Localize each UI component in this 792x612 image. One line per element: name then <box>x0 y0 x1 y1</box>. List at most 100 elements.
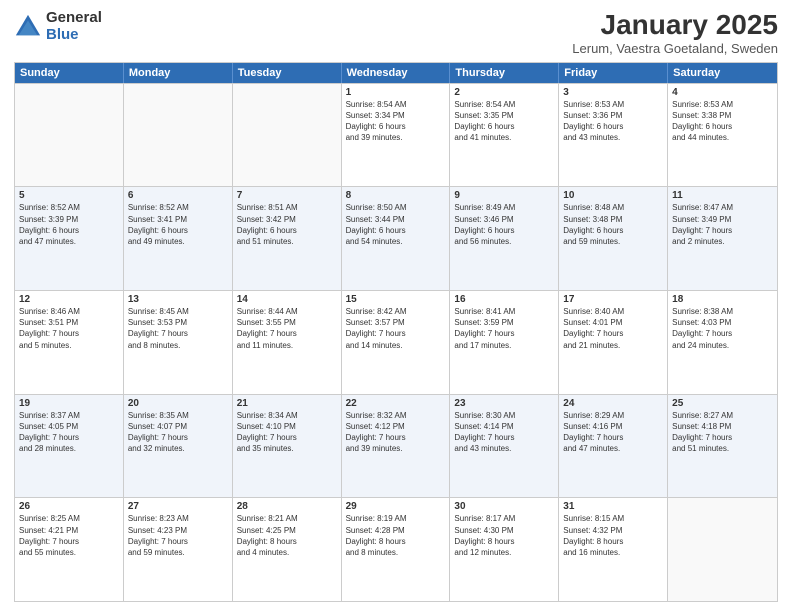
day-number: 7 <box>237 190 337 201</box>
calendar-header: Sunday Monday Tuesday Wednesday Thursday… <box>15 63 777 83</box>
day-info: Sunrise: 8:52 AM Sunset: 3:41 PM Dayligh… <box>128 202 228 247</box>
day-info: Sunrise: 8:41 AM Sunset: 3:59 PM Dayligh… <box>454 306 554 351</box>
day-info: Sunrise: 8:35 AM Sunset: 4:07 PM Dayligh… <box>128 410 228 455</box>
day-number: 15 <box>346 294 446 305</box>
calendar-cell: 15Sunrise: 8:42 AM Sunset: 3:57 PM Dayli… <box>342 291 451 394</box>
calendar-cell: 1Sunrise: 8:54 AM Sunset: 3:34 PM Daylig… <box>342 84 451 187</box>
header-saturday: Saturday <box>668 63 777 83</box>
day-info: Sunrise: 8:23 AM Sunset: 4:23 PM Dayligh… <box>128 513 228 558</box>
day-info: Sunrise: 8:54 AM Sunset: 3:35 PM Dayligh… <box>454 99 554 144</box>
header-sunday: Sunday <box>15 63 124 83</box>
calendar: Sunday Monday Tuesday Wednesday Thursday… <box>14 62 778 602</box>
day-info: Sunrise: 8:32 AM Sunset: 4:12 PM Dayligh… <box>346 410 446 455</box>
day-info: Sunrise: 8:37 AM Sunset: 4:05 PM Dayligh… <box>19 410 119 455</box>
calendar-week-1: 1Sunrise: 8:54 AM Sunset: 3:34 PM Daylig… <box>15 83 777 187</box>
calendar-cell: 25Sunrise: 8:27 AM Sunset: 4:18 PM Dayli… <box>668 395 777 498</box>
calendar-cell: 19Sunrise: 8:37 AM Sunset: 4:05 PM Dayli… <box>15 395 124 498</box>
day-info: Sunrise: 8:27 AM Sunset: 4:18 PM Dayligh… <box>672 410 773 455</box>
day-number: 26 <box>19 501 119 512</box>
calendar-cell: 20Sunrise: 8:35 AM Sunset: 4:07 PM Dayli… <box>124 395 233 498</box>
day-info: Sunrise: 8:17 AM Sunset: 4:30 PM Dayligh… <box>454 513 554 558</box>
calendar-cell: 12Sunrise: 8:46 AM Sunset: 3:51 PM Dayli… <box>15 291 124 394</box>
location-title: Lerum, Vaestra Goetaland, Sweden <box>572 41 778 56</box>
calendar-cell: 3Sunrise: 8:53 AM Sunset: 3:36 PM Daylig… <box>559 84 668 187</box>
calendar-cell: 18Sunrise: 8:38 AM Sunset: 4:03 PM Dayli… <box>668 291 777 394</box>
header-monday: Monday <box>124 63 233 83</box>
day-info: Sunrise: 8:52 AM Sunset: 3:39 PM Dayligh… <box>19 202 119 247</box>
calendar-cell: 29Sunrise: 8:19 AM Sunset: 4:28 PM Dayli… <box>342 498 451 601</box>
header-thursday: Thursday <box>450 63 559 83</box>
header-wednesday: Wednesday <box>342 63 451 83</box>
calendar-cell: 24Sunrise: 8:29 AM Sunset: 4:16 PM Dayli… <box>559 395 668 498</box>
day-info: Sunrise: 8:15 AM Sunset: 4:32 PM Dayligh… <box>563 513 663 558</box>
day-number: 21 <box>237 398 337 409</box>
calendar-cell: 13Sunrise: 8:45 AM Sunset: 3:53 PM Dayli… <box>124 291 233 394</box>
day-number: 3 <box>563 87 663 98</box>
day-info: Sunrise: 8:46 AM Sunset: 3:51 PM Dayligh… <box>19 306 119 351</box>
day-info: Sunrise: 8:47 AM Sunset: 3:49 PM Dayligh… <box>672 202 773 247</box>
calendar-cell: 5Sunrise: 8:52 AM Sunset: 3:39 PM Daylig… <box>15 187 124 290</box>
calendar-cell: 2Sunrise: 8:54 AM Sunset: 3:35 PM Daylig… <box>450 84 559 187</box>
day-info: Sunrise: 8:25 AM Sunset: 4:21 PM Dayligh… <box>19 513 119 558</box>
day-number: 1 <box>346 87 446 98</box>
calendar-cell: 16Sunrise: 8:41 AM Sunset: 3:59 PM Dayli… <box>450 291 559 394</box>
calendar-cell: 27Sunrise: 8:23 AM Sunset: 4:23 PM Dayli… <box>124 498 233 601</box>
logo: General Blue <box>14 10 102 43</box>
day-number: 28 <box>237 501 337 512</box>
calendar-cell: 11Sunrise: 8:47 AM Sunset: 3:49 PM Dayli… <box>668 187 777 290</box>
day-number: 22 <box>346 398 446 409</box>
day-number: 4 <box>672 87 773 98</box>
day-number: 18 <box>672 294 773 305</box>
day-info: Sunrise: 8:34 AM Sunset: 4:10 PM Dayligh… <box>237 410 337 455</box>
day-number: 12 <box>19 294 119 305</box>
day-number: 14 <box>237 294 337 305</box>
calendar-week-2: 5Sunrise: 8:52 AM Sunset: 3:39 PM Daylig… <box>15 186 777 290</box>
day-info: Sunrise: 8:38 AM Sunset: 4:03 PM Dayligh… <box>672 306 773 351</box>
calendar-cell <box>233 84 342 187</box>
calendar-cell: 9Sunrise: 8:49 AM Sunset: 3:46 PM Daylig… <box>450 187 559 290</box>
day-number: 27 <box>128 501 228 512</box>
day-info: Sunrise: 8:53 AM Sunset: 3:38 PM Dayligh… <box>672 99 773 144</box>
logo-general-text: General <box>46 10 102 27</box>
day-number: 6 <box>128 190 228 201</box>
day-number: 2 <box>454 87 554 98</box>
day-number: 5 <box>19 190 119 201</box>
calendar-cell: 22Sunrise: 8:32 AM Sunset: 4:12 PM Dayli… <box>342 395 451 498</box>
day-info: Sunrise: 8:53 AM Sunset: 3:36 PM Dayligh… <box>563 99 663 144</box>
calendar-cell: 26Sunrise: 8:25 AM Sunset: 4:21 PM Dayli… <box>15 498 124 601</box>
day-info: Sunrise: 8:50 AM Sunset: 3:44 PM Dayligh… <box>346 202 446 247</box>
header: General Blue January 2025 Lerum, Vaestra… <box>14 10 778 56</box>
day-number: 23 <box>454 398 554 409</box>
calendar-cell: 21Sunrise: 8:34 AM Sunset: 4:10 PM Dayli… <box>233 395 342 498</box>
logo-text: General Blue <box>46 10 102 43</box>
day-number: 20 <box>128 398 228 409</box>
calendar-cell: 6Sunrise: 8:52 AM Sunset: 3:41 PM Daylig… <box>124 187 233 290</box>
calendar-cell: 10Sunrise: 8:48 AM Sunset: 3:48 PM Dayli… <box>559 187 668 290</box>
calendar-cell: 30Sunrise: 8:17 AM Sunset: 4:30 PM Dayli… <box>450 498 559 601</box>
day-number: 16 <box>454 294 554 305</box>
calendar-week-3: 12Sunrise: 8:46 AM Sunset: 3:51 PM Dayli… <box>15 290 777 394</box>
calendar-cell: 8Sunrise: 8:50 AM Sunset: 3:44 PM Daylig… <box>342 187 451 290</box>
header-tuesday: Tuesday <box>233 63 342 83</box>
day-number: 17 <box>563 294 663 305</box>
day-number: 19 <box>19 398 119 409</box>
page: General Blue January 2025 Lerum, Vaestra… <box>0 0 792 612</box>
logo-icon <box>14 13 42 41</box>
calendar-cell: 7Sunrise: 8:51 AM Sunset: 3:42 PM Daylig… <box>233 187 342 290</box>
day-info: Sunrise: 8:51 AM Sunset: 3:42 PM Dayligh… <box>237 202 337 247</box>
calendar-week-4: 19Sunrise: 8:37 AM Sunset: 4:05 PM Dayli… <box>15 394 777 498</box>
day-number: 31 <box>563 501 663 512</box>
calendar-cell: 23Sunrise: 8:30 AM Sunset: 4:14 PM Dayli… <box>450 395 559 498</box>
day-info: Sunrise: 8:29 AM Sunset: 4:16 PM Dayligh… <box>563 410 663 455</box>
calendar-cell: 28Sunrise: 8:21 AM Sunset: 4:25 PM Dayli… <box>233 498 342 601</box>
month-title: January 2025 <box>572 10 778 41</box>
day-number: 13 <box>128 294 228 305</box>
calendar-cell <box>124 84 233 187</box>
title-block: January 2025 Lerum, Vaestra Goetaland, S… <box>572 10 778 56</box>
day-number: 9 <box>454 190 554 201</box>
day-number: 11 <box>672 190 773 201</box>
day-number: 8 <box>346 190 446 201</box>
calendar-cell <box>668 498 777 601</box>
day-info: Sunrise: 8:40 AM Sunset: 4:01 PM Dayligh… <box>563 306 663 351</box>
day-number: 30 <box>454 501 554 512</box>
